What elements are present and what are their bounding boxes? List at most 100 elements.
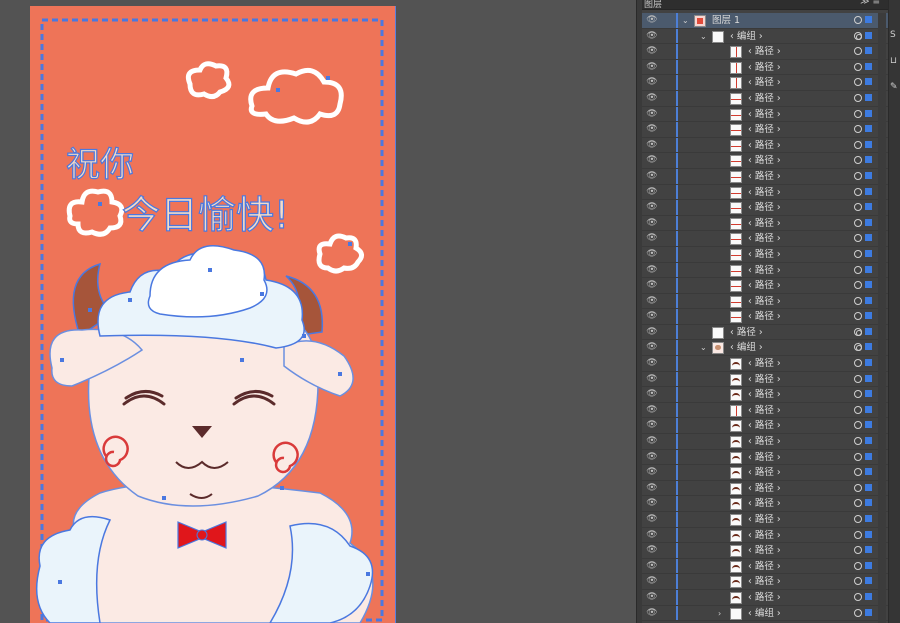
layer-name[interactable]: ‹ 路径 › (748, 404, 781, 417)
path-row[interactable]: 👁 ‹ 路径 › (642, 137, 888, 154)
selection-indicator-icon[interactable] (865, 608, 872, 616)
target-circle-icon[interactable] (854, 343, 862, 352)
visibility-eye-icon[interactable]: 👁 (645, 280, 659, 291)
target-circle-icon[interactable] (854, 421, 862, 430)
path-row[interactable]: 👁 ‹ 路径 › (642, 558, 888, 575)
selection-indicator-icon[interactable] (865, 249, 872, 257)
visibility-eye-icon[interactable]: 👁 (645, 483, 659, 494)
selection-indicator-icon[interactable] (865, 47, 872, 55)
selection-indicator-icon[interactable] (865, 359, 872, 367)
layers-tab[interactable]: 图层 (644, 0, 662, 10)
visibility-eye-icon[interactable]: 👁 (645, 62, 659, 73)
layer-name[interactable]: ‹ 路径 › (748, 92, 781, 105)
path-row[interactable]: 👁 ‹ 路径 › (642, 527, 888, 544)
selection-indicator-icon[interactable] (865, 156, 872, 164)
target-circle-icon[interactable] (854, 390, 862, 399)
greeting-line1[interactable]: 祝你 (65, 144, 134, 185)
visibility-eye-icon[interactable]: 👁 (645, 436, 659, 447)
panel-menu-icon[interactable]: ≫ ≡ (860, 0, 880, 7)
visibility-eye-icon[interactable]: 👁 (645, 608, 659, 619)
layer-name[interactable]: ‹ 路径 › (748, 295, 781, 308)
path-row[interactable]: 👁 ‹ 路径 › (642, 465, 888, 481)
path-row[interactable]: 👁 ‹ 路径 › (642, 106, 888, 123)
layer-name[interactable]: ‹ 路径 › (748, 451, 781, 464)
path-row[interactable]: 👁 ‹ 路径 › (642, 153, 888, 169)
path-row[interactable]: 👁 ‹ 路径 › (642, 309, 888, 325)
visibility-eye-icon[interactable]: 👁 (645, 405, 659, 416)
selection-indicator-icon[interactable] (865, 437, 872, 445)
visibility-eye-icon[interactable]: 👁 (645, 389, 659, 400)
selection-indicator-icon[interactable] (865, 62, 872, 70)
target-circle-icon[interactable] (854, 78, 862, 87)
group-row[interactable]: 👁 › ‹ 编组 › (642, 605, 888, 622)
selection-indicator-icon[interactable] (865, 483, 872, 491)
path-row[interactable]: 👁 ‹ 路径 › (642, 356, 888, 372)
path-row[interactable]: 👁 ‹ 路径 › (642, 574, 888, 590)
path-row[interactable]: 👁 ‹ 路径 › (642, 434, 888, 450)
selection-indicator-icon[interactable] (865, 577, 872, 585)
visibility-eye-icon[interactable]: 👁 (645, 77, 659, 88)
layer-name[interactable]: ‹ 路径 › (748, 419, 781, 432)
selection-indicator-icon[interactable] (865, 343, 872, 351)
visibility-eye-icon[interactable]: 👁 (645, 420, 659, 431)
group-row[interactable]: 👁 ⌄ ‹ 编组 › (642, 340, 888, 357)
layer-name[interactable]: ‹ 路径 › (730, 326, 763, 339)
visibility-eye-icon[interactable]: 👁 (645, 249, 659, 260)
path-row[interactable]: 👁 ‹ 路径 › (642, 418, 888, 435)
selection-indicator-icon[interactable] (865, 109, 872, 117)
target-circle-icon[interactable] (854, 499, 862, 508)
layer-name[interactable]: ‹ 路径 › (748, 482, 781, 495)
visibility-eye-icon[interactable]: 👁 (645, 140, 659, 151)
target-circle-icon[interactable] (854, 359, 862, 368)
bow-knot[interactable] (196, 529, 208, 541)
selection-indicator-icon[interactable] (865, 468, 872, 476)
selection-indicator-icon[interactable] (865, 452, 872, 460)
visibility-eye-icon[interactable]: 👁 (645, 187, 659, 198)
visibility-eye-icon[interactable]: 👁 (645, 124, 659, 135)
target-circle-icon[interactable] (854, 265, 862, 274)
target-circle-icon[interactable] (854, 140, 862, 149)
layer-name[interactable]: ‹ 路径 › (748, 591, 781, 604)
target-circle-icon[interactable] (854, 592, 862, 601)
visibility-eye-icon[interactable]: 👁 (645, 265, 659, 276)
target-circle-icon[interactable] (854, 156, 862, 165)
path-row[interactable]: 👁 ‹ 路径 › (642, 262, 888, 279)
visibility-eye-icon[interactable]: 👁 (645, 15, 659, 26)
path-row[interactable]: 👁 ‹ 路径 › (642, 90, 888, 107)
visibility-eye-icon[interactable]: 👁 (645, 452, 659, 463)
toolbar-icon[interactable]: S (890, 30, 896, 40)
visibility-eye-icon[interactable]: 👁 (645, 311, 659, 322)
visibility-eye-icon[interactable]: 👁 (645, 296, 659, 307)
visibility-eye-icon[interactable]: 👁 (645, 109, 659, 120)
layer-name[interactable]: ‹ 路径 › (748, 575, 781, 588)
layer-name[interactable]: ‹ 编组 › (748, 607, 781, 620)
selection-indicator-icon[interactable] (865, 78, 872, 86)
layer-name[interactable]: ‹ 路径 › (748, 232, 781, 245)
path-row[interactable]: 👁 ‹ 路径 › (642, 246, 888, 263)
path-row[interactable]: 👁 ‹ 路径 › (642, 200, 888, 216)
target-circle-icon[interactable] (854, 171, 862, 180)
visibility-eye-icon[interactable]: 👁 (645, 46, 659, 57)
layer-name[interactable]: ‹ 路径 › (748, 264, 781, 277)
layer-name[interactable]: ‹ 路径 › (748, 279, 781, 292)
target-circle-icon[interactable] (854, 187, 862, 196)
chevron-down-icon[interactable]: ⌄ (700, 30, 707, 43)
target-circle-icon[interactable] (854, 62, 862, 71)
target-circle-icon[interactable] (854, 530, 862, 539)
layer-name[interactable]: ‹ 路径 › (748, 154, 781, 167)
visibility-eye-icon[interactable]: 👁 (645, 358, 659, 369)
layer-name[interactable]: ‹ 路径 › (748, 466, 781, 479)
layer-name[interactable]: ‹ 路径 › (748, 76, 781, 89)
target-circle-icon[interactable] (854, 608, 862, 617)
selection-indicator-icon[interactable] (865, 234, 872, 242)
target-circle-icon[interactable] (854, 405, 862, 414)
target-circle-icon[interactable] (854, 249, 862, 258)
target-circle-icon[interactable] (854, 203, 862, 212)
visibility-eye-icon[interactable]: 👁 (645, 576, 659, 587)
greeting-line2[interactable]: 今日愉快! (121, 192, 289, 237)
canvas-area[interactable]: 祝你 今日愉快! (0, 0, 636, 623)
target-circle-icon[interactable] (854, 234, 862, 243)
target-circle-icon[interactable] (854, 561, 862, 570)
selection-indicator-icon[interactable] (865, 93, 872, 101)
target-circle-icon[interactable] (854, 16, 862, 24)
